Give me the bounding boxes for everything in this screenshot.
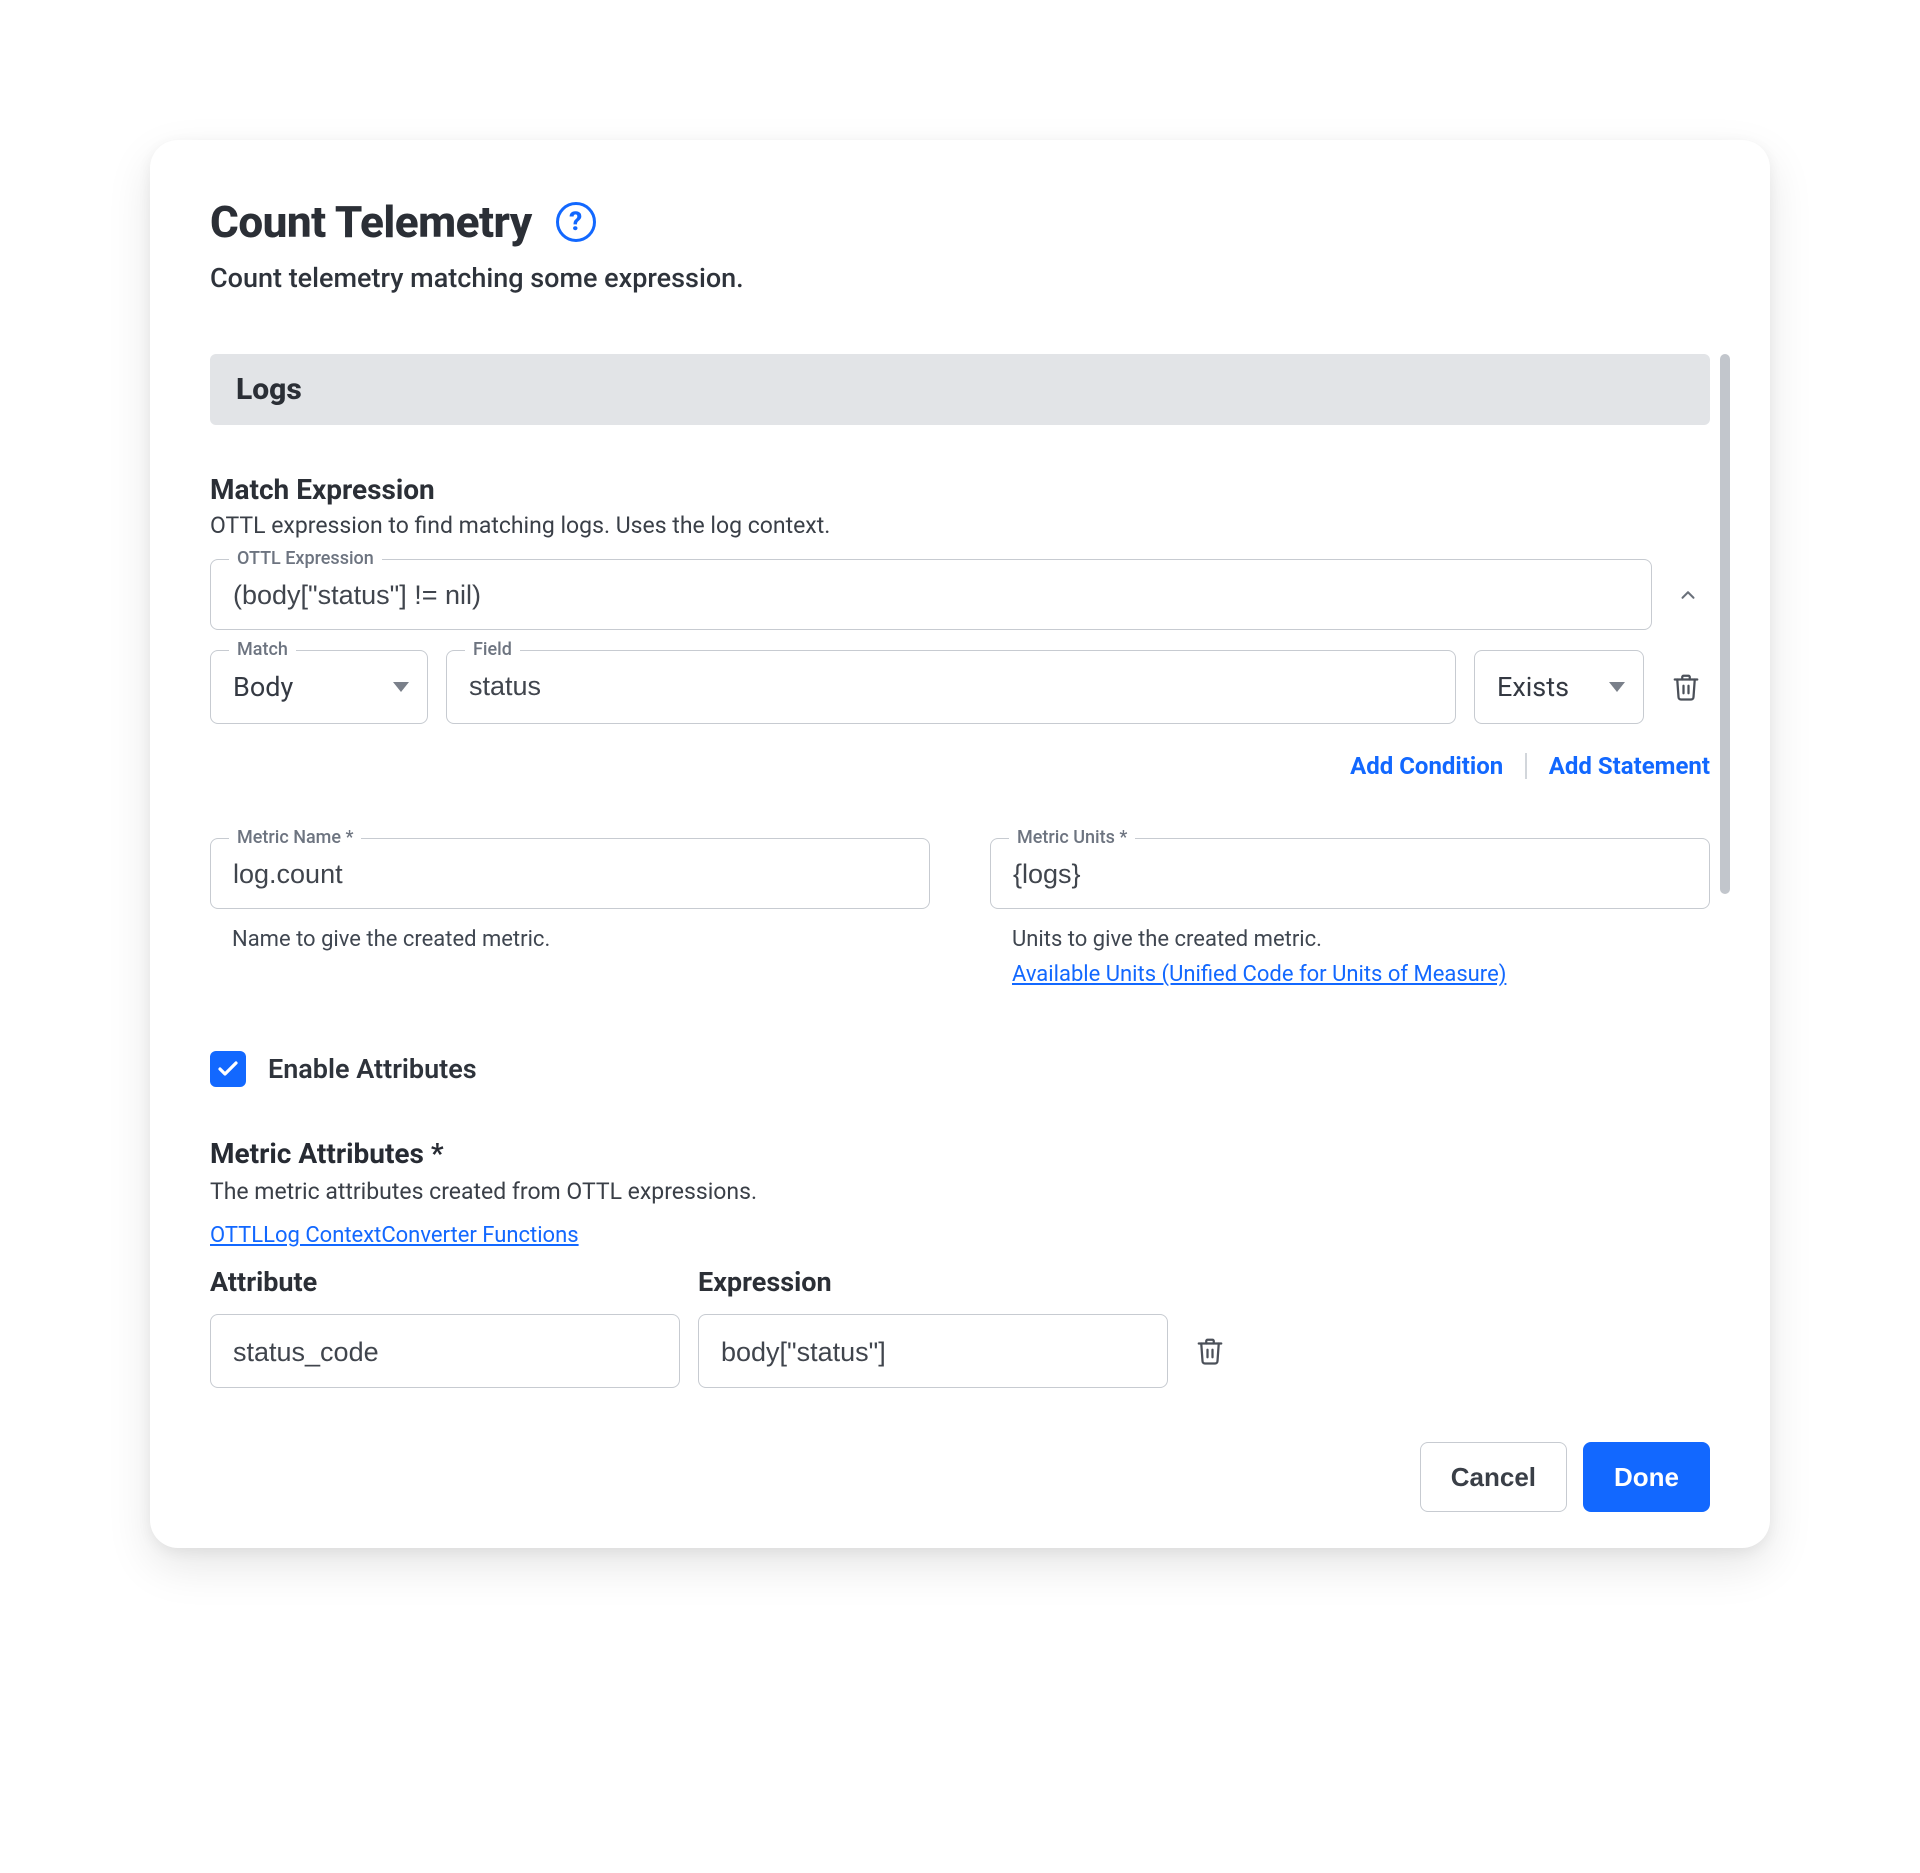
- metric-attributes-title: Metric Attributes *: [210, 1137, 1710, 1170]
- attribute-expression-input[interactable]: [699, 1315, 1167, 1387]
- field-input[interactable]: [447, 651, 1455, 720]
- cancel-button[interactable]: Cancel: [1420, 1442, 1567, 1512]
- dialog-card: Count Telemetry ? Count telemetry matchi…: [150, 140, 1770, 1548]
- metric-attributes-desc: The metric attributes created from OTTL …: [210, 1178, 1710, 1205]
- operator-select-value: Exists: [1497, 671, 1569, 703]
- metric-units-input[interactable]: [991, 839, 1709, 908]
- metric-name-input[interactable]: [211, 839, 929, 908]
- ottl-expression-input[interactable]: [211, 560, 1651, 629]
- match-select[interactable]: Match Body: [210, 650, 428, 724]
- chevron-down-icon: [393, 682, 409, 692]
- match-expression-desc: OTTL expression to find matching logs. U…: [210, 512, 1710, 539]
- delete-attribute-button[interactable]: [1186, 1314, 1234, 1388]
- add-statement-link[interactable]: Add Statement: [1549, 752, 1710, 780]
- chevron-down-icon: [1609, 682, 1625, 692]
- enable-attributes-checkbox[interactable]: [210, 1051, 246, 1087]
- field-label: Field: [465, 639, 520, 660]
- ottl-functions-link[interactable]: OTTLLog ContextConverter Functions: [210, 1223, 579, 1248]
- help-icon[interactable]: ?: [556, 202, 596, 242]
- collapse-icon[interactable]: [1666, 559, 1710, 630]
- delete-condition-button[interactable]: [1662, 650, 1710, 724]
- attribute-name-input[interactable]: [211, 1315, 679, 1387]
- divider: [1525, 753, 1527, 779]
- operator-select[interactable]: Exists: [1474, 650, 1644, 724]
- page-title: Count Telemetry: [210, 196, 532, 248]
- match-expression-title: Match Expression: [210, 473, 1710, 506]
- add-condition-link[interactable]: Add Condition: [1350, 752, 1503, 780]
- col-header-expression: Expression: [698, 1266, 1168, 1298]
- match-select-label: Match: [229, 639, 296, 660]
- ottl-expression-label: OTTL Expression: [229, 548, 382, 569]
- available-units-link[interactable]: Available Units (Unified Code for Units …: [1012, 962, 1506, 987]
- done-button[interactable]: Done: [1583, 1442, 1710, 1512]
- metric-name-helper: Name to give the created metric.: [232, 927, 930, 952]
- attribute-row: [210, 1314, 1710, 1388]
- match-select-value: Body: [233, 671, 293, 703]
- metric-units-label: Metric Units *: [1009, 827, 1135, 848]
- col-header-attribute: Attribute: [210, 1266, 680, 1298]
- enable-attributes-label: Enable Attributes: [268, 1053, 477, 1085]
- section-header-logs: Logs: [210, 354, 1710, 425]
- match-expression-group: Match Expression OTTL expression to find…: [210, 473, 1710, 780]
- metric-units-helper: Units to give the created metric.: [1012, 927, 1710, 952]
- scrollbar[interactable]: [1720, 354, 1730, 894]
- metric-name-label: Metric Name *: [229, 827, 361, 848]
- page-subtitle: Count telemetry matching some expression…: [210, 262, 1710, 294]
